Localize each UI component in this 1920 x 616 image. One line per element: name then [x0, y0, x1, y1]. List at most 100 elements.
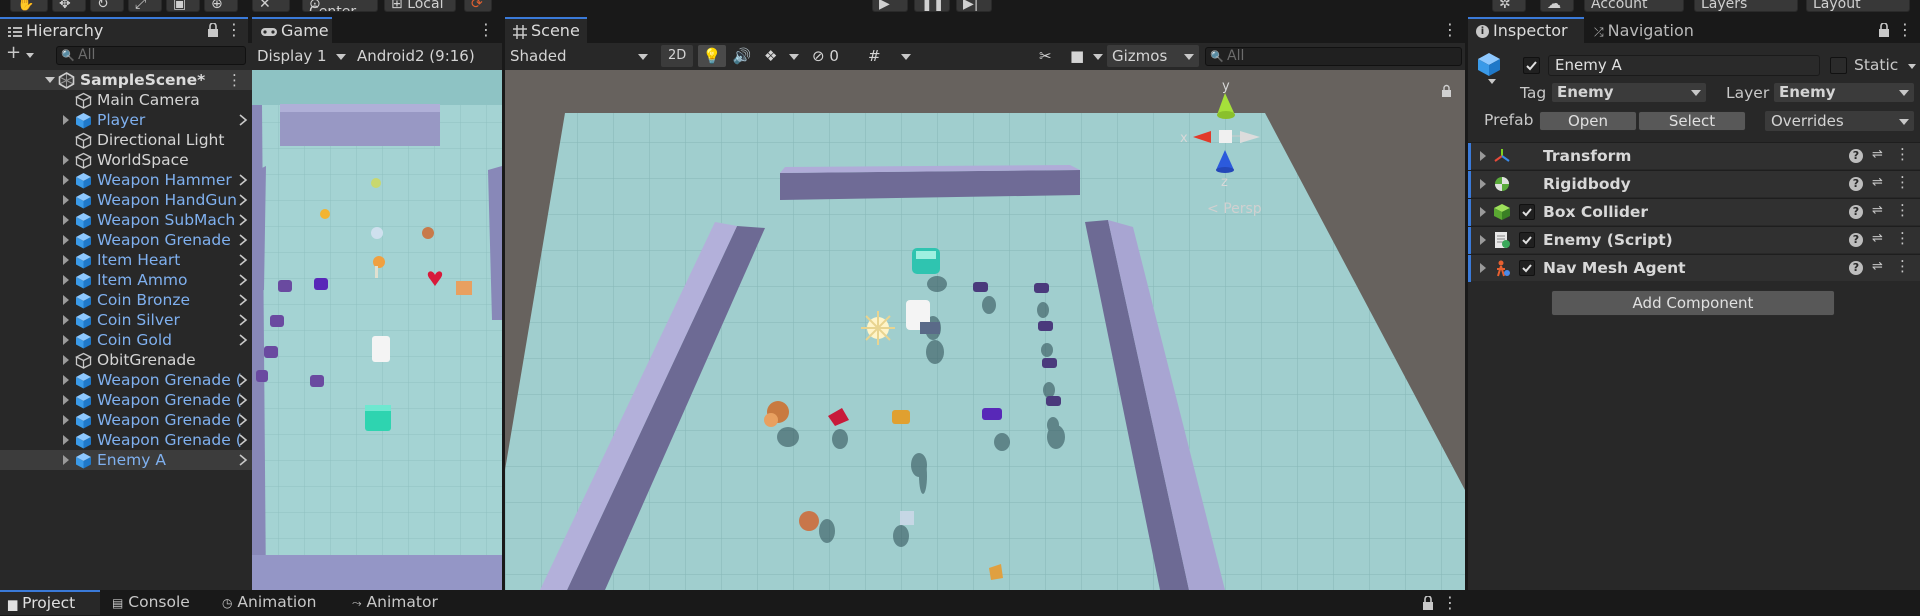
component-menu-button[interactable]: ⋮ [1895, 201, 1910, 219]
static-dropdown-arrow[interactable] [1908, 64, 1916, 69]
prefab-cube-icon[interactable] [1476, 51, 1502, 77]
tab-scene[interactable]: Scene [505, 17, 587, 43]
hierarchy-item[interactable]: Weapon Grenade ( [0, 390, 252, 410]
chevron-right-icon[interactable] [238, 213, 248, 227]
hierarchy-item[interactable]: WorldSpace [0, 150, 252, 170]
inspector-menu-button[interactable]: ⋮ [1896, 19, 1914, 41]
component-enabled-checkbox[interactable] [1519, 232, 1535, 248]
expand-arrow-icon[interactable] [61, 315, 71, 325]
chevron-right-icon[interactable] [238, 393, 248, 407]
expand-arrow-icon[interactable] [61, 415, 71, 425]
tab-console[interactable]: ▤ Console [104, 590, 208, 615]
layers-dropdown[interactable]: Layers [1694, 0, 1798, 12]
hierarchy-item[interactable]: Directional Light [0, 130, 252, 150]
game-viewport[interactable] [252, 70, 502, 590]
tab-game[interactable]: Game [252, 17, 332, 43]
expand-arrow-icon[interactable] [45, 75, 55, 85]
prefab-open-button[interactable]: Open [1539, 111, 1637, 131]
rotate-tool-button[interactable]: ↻ [90, 0, 124, 12]
expand-arrow-icon[interactable] [61, 395, 71, 405]
hierarchy-item[interactable]: Weapon Hammer [0, 170, 252, 190]
expand-arrow-icon[interactable] [61, 255, 71, 265]
chevron-right-icon[interactable] [238, 313, 248, 327]
static-checkbox[interactable] [1830, 57, 1847, 74]
expand-arrow-icon[interactable] [1478, 235, 1488, 245]
component-menu-button[interactable]: ⋮ [1895, 173, 1910, 191]
component-menu-button[interactable]: ⋮ [1895, 145, 1910, 163]
gizmo-lock-icon[interactable] [1442, 84, 1451, 98]
component-enabled-checkbox[interactable] [1519, 260, 1535, 276]
expand-arrow-icon[interactable] [61, 435, 71, 445]
chevron-right-icon[interactable] [238, 293, 248, 307]
expand-arrow-icon[interactable] [61, 355, 71, 365]
add-component-button[interactable]: Add Component [1551, 290, 1835, 316]
component-menu-button[interactable]: ⋮ [1895, 229, 1910, 247]
hierarchy-item[interactable]: ObitGrenade [0, 350, 252, 370]
audio-toggle[interactable]: 🔊 [728, 45, 756, 67]
help-icon[interactable]: ? [1849, 233, 1863, 247]
tools-button[interactable]: ✂ [1035, 45, 1061, 67]
pivot-local-button[interactable]: ⊞ Local [384, 0, 456, 12]
hierarchy-item[interactable]: Enemy A [0, 450, 252, 470]
camera-dropdown[interactable]: ■ [1067, 45, 1105, 67]
expand-arrow-icon[interactable] [61, 295, 71, 305]
pause-button[interactable]: ❚❚ [914, 0, 950, 12]
scene-search-input[interactable]: 🔍 All [1205, 47, 1462, 66]
component-enabled-checkbox[interactable] [1519, 204, 1535, 220]
chevron-right-icon[interactable] [238, 453, 248, 467]
hierarchy-search-input[interactable]: 🔍 All [56, 46, 246, 65]
collab-button[interactable]: ✲ [1492, 0, 1526, 12]
hierarchy-item[interactable]: Weapon Grenade ( [0, 430, 252, 450]
projection-label[interactable]: < Persp [1207, 201, 1262, 217]
hierarchy-item[interactable]: Coin Bronze [0, 290, 252, 310]
icon-dropdown-arrow[interactable] [1488, 79, 1496, 84]
resolution-dropdown[interactable]: Android2 (9:16) [352, 45, 502, 67]
component-header[interactable]: Transform? ⇌ ⋮ [1468, 142, 1920, 170]
pivot-center-button[interactable]: ⊙ Center [302, 0, 378, 12]
draw-mode-dropdown[interactable]: Shaded [505, 45, 653, 67]
expand-arrow-icon[interactable] [1478, 263, 1488, 273]
lock-icon[interactable] [1878, 23, 1890, 37]
hierarchy-item[interactable]: Player [0, 110, 252, 130]
move-tool-button[interactable]: ✥ [52, 0, 86, 12]
chevron-right-icon[interactable] [238, 173, 248, 187]
chevron-right-icon[interactable] [238, 233, 248, 247]
expand-arrow-icon[interactable] [61, 335, 71, 345]
presets-icon[interactable]: ⇌ [1872, 203, 1883, 218]
hierarchy-item[interactable]: Coin Gold [0, 330, 252, 350]
play-button[interactable]: ▶ [872, 0, 908, 12]
help-icon[interactable]: ? [1849, 205, 1863, 219]
account-dropdown[interactable]: Account [1584, 0, 1684, 12]
hierarchy-item[interactable]: Weapon Grenade [0, 230, 252, 250]
scene-row[interactable]: SampleScene* ⋮ [0, 70, 252, 90]
hierarchy-item[interactable]: Coin Silver [0, 310, 252, 330]
chevron-right-icon[interactable] [238, 193, 248, 207]
expand-arrow-icon[interactable] [61, 275, 71, 285]
expand-arrow-icon[interactable] [1478, 151, 1488, 161]
hierarchy-item[interactable]: Weapon Grenade ( [0, 410, 252, 430]
expand-arrow-icon[interactable] [1478, 207, 1488, 217]
presets-icon[interactable]: ⇌ [1872, 175, 1883, 190]
hierarchy-item[interactable]: Weapon HandGun [0, 190, 252, 210]
presets-icon[interactable]: ⇌ [1872, 147, 1883, 162]
tab-animation[interactable]: ◷ Animation [214, 590, 342, 615]
chevron-right-icon[interactable] [238, 433, 248, 447]
expand-arrow-icon[interactable] [61, 155, 71, 165]
chevron-right-icon[interactable] [238, 373, 248, 387]
chevron-right-icon[interactable] [238, 253, 248, 267]
expand-arrow-icon[interactable] [61, 375, 71, 385]
create-button[interactable]: + [6, 44, 26, 64]
layer-dropdown[interactable]: Enemy [1774, 83, 1914, 102]
scene-menu-button[interactable]: ⋮ [1441, 19, 1459, 41]
gizmos-dropdown[interactable]: Gizmos [1107, 45, 1199, 67]
help-icon[interactable]: ? [1849, 177, 1863, 191]
expand-arrow-icon[interactable] [61, 215, 71, 225]
tab-project[interactable]: ▆ Project [0, 590, 100, 615]
expand-arrow-icon[interactable] [1478, 179, 1488, 189]
component-header[interactable]: Box Collider? ⇌ ⋮ [1468, 198, 1920, 226]
hierarchy-item[interactable]: Main Camera [0, 90, 252, 110]
chevron-right-icon[interactable] [238, 273, 248, 287]
lock-icon[interactable] [207, 23, 219, 37]
overrides-dropdown[interactable]: Overrides [1765, 111, 1914, 131]
presets-icon[interactable]: ⇌ [1872, 259, 1883, 274]
